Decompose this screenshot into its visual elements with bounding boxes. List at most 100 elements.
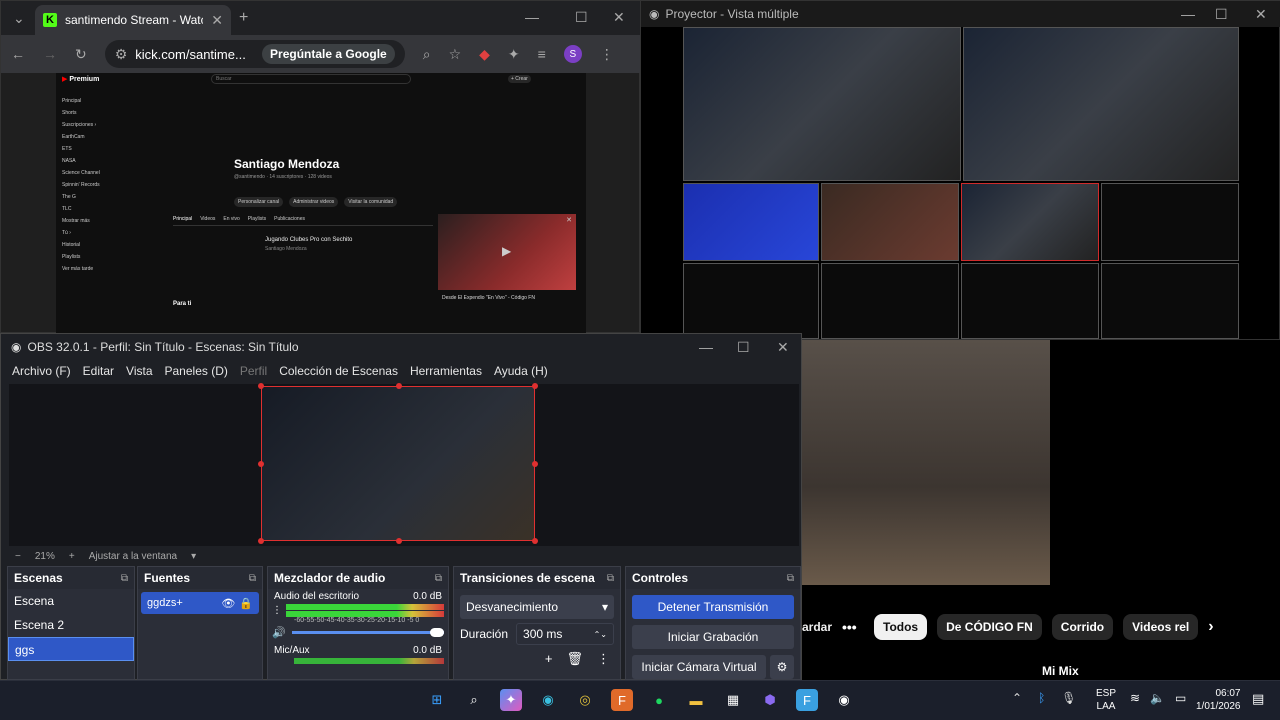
tray-chevron-icon[interactable]: ⌃: [1012, 691, 1022, 705]
extension-icon[interactable]: ◆: [479, 46, 490, 63]
more-vertical-icon[interactable]: ⋮: [597, 651, 610, 667]
preview-cell[interactable]: [683, 27, 961, 181]
battery-icon[interactable]: ▭: [1175, 691, 1186, 705]
scene-item[interactable]: Escena 2: [8, 613, 134, 637]
puzzle-icon[interactable]: ✦: [508, 46, 520, 63]
zoom-out-icon[interactable]: −: [15, 551, 21, 562]
next-item-title[interactable]: Mi Mix: [1042, 664, 1079, 678]
close-tab-icon[interactable]: ✕: [211, 12, 223, 29]
minimize-icon[interactable]: —: [699, 339, 713, 355]
gear-icon[interactable]: ⚙: [770, 655, 794, 679]
yt-sidebar-item[interactable]: NASA: [62, 155, 132, 167]
back-icon[interactable]: ←: [11, 46, 25, 62]
undock-icon[interactable]: ⧉: [121, 573, 128, 584]
yt-sidebar-item[interactable]: Playlists: [62, 251, 132, 263]
scene-item-selected[interactable]: ggs: [8, 637, 134, 661]
save-label[interactable]: ardar: [802, 620, 832, 634]
undock-icon[interactable]: ⧉: [787, 573, 794, 584]
copilot-icon[interactable]: ✦: [500, 689, 522, 711]
windows-start-icon[interactable]: ⊞: [426, 689, 448, 711]
yt-brand[interactable]: ▶ Premium: [62, 75, 99, 83]
forward-icon[interactable]: →: [43, 46, 57, 62]
chevron-down-icon[interactable]: ▾: [191, 551, 196, 562]
zoom-icon[interactable]: ⌕: [423, 46, 431, 63]
undock-icon[interactable]: ⧉: [435, 573, 442, 584]
trash-icon[interactable]: 🗑: [566, 651, 583, 667]
maximize-icon[interactable]: ☐: [1215, 6, 1228, 23]
clock[interactable]: 06:07 1/01/2026: [1196, 687, 1241, 713]
ask-google-button[interactable]: Pregúntale a Google: [262, 44, 395, 64]
search-icon[interactable]: ⌕: [463, 689, 485, 711]
resize-handle[interactable]: [532, 461, 538, 467]
speaker-icon[interactable]: 🔊: [272, 626, 286, 639]
scene-cell[interactable]: [1101, 263, 1239, 339]
menu-paneles[interactable]: Paneles (D): [165, 364, 228, 378]
file-explorer-icon[interactable]: ▬: [685, 689, 707, 711]
slider-thumb[interactable]: [430, 628, 444, 637]
edge-icon[interactable]: ◉: [537, 689, 559, 711]
resize-handle[interactable]: [258, 383, 264, 389]
volume-slider[interactable]: [291, 628, 444, 637]
minimize-icon[interactable]: —: [525, 9, 539, 25]
video-frame[interactable]: [802, 340, 1050, 585]
yt-sidebar-item[interactable]: Ver más tarde: [62, 263, 132, 275]
duration-input[interactable]: 300 ms ⌃⌄: [516, 623, 614, 645]
yt-sidebar-item[interactable]: Science Channel: [62, 167, 132, 179]
notification-icon[interactable]: ▤: [1252, 691, 1264, 707]
resize-handle[interactable]: [396, 538, 402, 544]
close-window-icon[interactable]: ✕: [1255, 6, 1267, 23]
language-indicator[interactable]: ESP LAA: [1096, 687, 1116, 713]
tab-videos[interactable]: Videos: [200, 216, 215, 222]
maximize-icon[interactable]: ☐: [737, 339, 750, 356]
resize-handle[interactable]: [532, 538, 538, 544]
chevron-right-icon[interactable]: ›: [1208, 618, 1213, 636]
yt-sidebar-item[interactable]: ETS: [62, 143, 132, 155]
menu-vista[interactable]: Vista: [126, 364, 152, 378]
program-cell[interactable]: [963, 27, 1239, 181]
fit-window-label[interactable]: Ajustar a la ventana: [89, 551, 177, 562]
yt-sidebar-item[interactable]: EarthCam: [62, 131, 132, 143]
maximize-icon[interactable]: ☐: [575, 9, 588, 26]
menu-archivo[interactable]: Archivo (F): [12, 364, 71, 378]
resize-handle[interactable]: [258, 538, 264, 544]
chip-corrido[interactable]: Corrido: [1051, 614, 1114, 640]
undock-icon[interactable]: ⧉: [607, 573, 614, 584]
address-bar[interactable]: ⚙ kick.com/santime... Pregúntale a Googl…: [104, 40, 405, 68]
virtual-camera-button[interactable]: Iniciar Cámara Virtual: [632, 655, 766, 679]
yt-sidebar-item[interactable]: Shorts: [62, 107, 132, 119]
yt-sidebar-item[interactable]: Principal: [62, 95, 132, 107]
profile-avatar[interactable]: S: [563, 45, 582, 63]
yt-sidebar-item[interactable]: Tú ›: [62, 227, 132, 239]
spinner-icon[interactable]: ⌃⌄: [594, 630, 607, 639]
channel-menu-icon[interactable]: ⋮: [272, 605, 282, 616]
scene-cell[interactable]: [1101, 183, 1239, 261]
play-icon[interactable]: ▶: [502, 244, 511, 258]
chip-codigo-fn[interactable]: De CÓDIGO FN: [937, 614, 1042, 640]
close-window-icon[interactable]: ✕: [613, 9, 625, 26]
scene-cell[interactable]: [821, 183, 959, 261]
close-window-icon[interactable]: ✕: [777, 339, 789, 356]
app-blue-icon[interactable]: F: [796, 689, 818, 711]
menu-ayuda[interactable]: Ayuda (H): [494, 364, 548, 378]
app-purple-icon[interactable]: ⬢: [759, 689, 781, 711]
more-icon[interactable]: •••: [842, 619, 864, 635]
tab-search-icon[interactable]: ⌄: [13, 10, 25, 27]
chrome-icon[interactable]: ◎: [574, 689, 596, 711]
manage-videos-button[interactable]: Administrar videos: [289, 197, 339, 207]
chip-related[interactable]: Videos rel: [1123, 614, 1199, 640]
tab-kick[interactable]: K santimendo Stream - Watch Liv ✕: [35, 5, 231, 35]
yt-search-input[interactable]: Buscar: [211, 74, 411, 84]
scene-preview-source[interactable]: [258, 383, 538, 544]
resize-handle[interactable]: [396, 383, 402, 389]
obs-taskbar-icon[interactable]: ◉: [833, 689, 855, 711]
scene-cell[interactable]: [683, 263, 819, 339]
tab-posts[interactable]: Publicaciones: [274, 216, 305, 222]
reload-icon[interactable]: ↻: [75, 46, 87, 63]
site-info-icon[interactable]: ⚙: [115, 46, 128, 63]
start-recording-button[interactable]: Iniciar Grabación: [632, 625, 794, 649]
source-item[interactable]: ggdzs+ 👁 🔒: [141, 592, 259, 614]
wifi-icon[interactable]: ≋: [1130, 691, 1140, 705]
spotify-icon[interactable]: ●: [648, 689, 670, 711]
microphone-icon[interactable]: 🎙: [1061, 691, 1076, 705]
scene-item[interactable]: Escena: [8, 589, 134, 613]
